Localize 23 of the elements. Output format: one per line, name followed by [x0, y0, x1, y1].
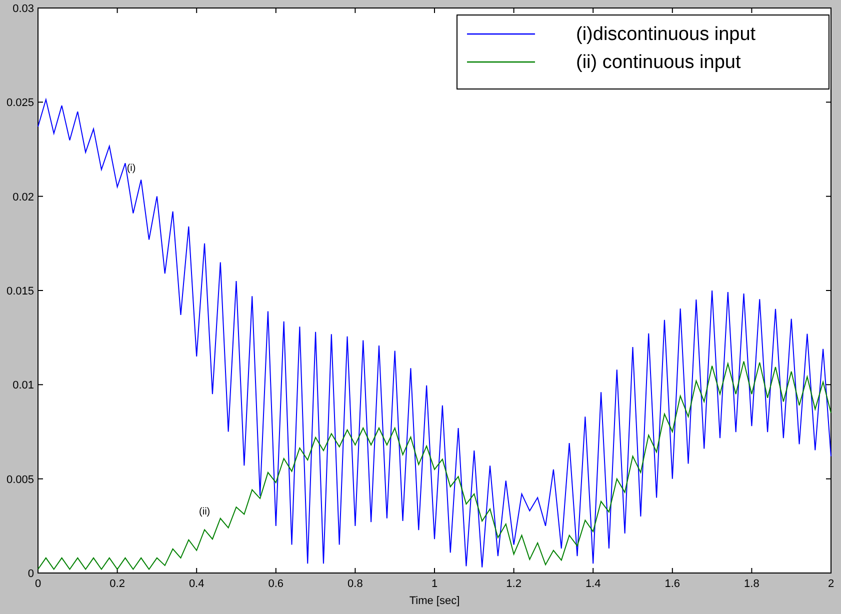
y-tick-label: 0.01 — [12, 380, 34, 392]
y-tick-label: 0.02 — [12, 191, 34, 204]
legend-label: (ii) continuous input — [576, 52, 741, 73]
x-tick-label: 0.2 — [110, 578, 125, 590]
x-tick-label: 0.6 — [268, 578, 284, 590]
x-tick-label: 2 — [828, 578, 834, 590]
y-tick-label: 0.03 — [12, 3, 34, 15]
x-tick-label: 0.4 — [188, 578, 204, 590]
x-tick-label: 0 — [34, 578, 42, 590]
x-tick-label: 1.6 — [664, 578, 680, 590]
curve-annotation: (i) — [126, 162, 136, 174]
x-axis-label: Time [sec] — [409, 595, 460, 607]
y-tick-label: 0.025 — [6, 97, 34, 110]
x-tick-label: 1.2 — [506, 578, 522, 590]
y-tick-label: 0.015 — [6, 286, 34, 298]
x-tick-label: 1.8 — [744, 578, 760, 590]
legend-label: (i)discontinuous input — [576, 24, 756, 45]
y-tick-label: 0 — [28, 568, 34, 580]
curve-annotation: (ii) — [199, 506, 210, 518]
y-tick-label: 0.005 — [6, 474, 34, 486]
x-tick-label: 1 — [431, 578, 438, 590]
x-tick-label: 0.8 — [348, 578, 363, 590]
x-tick-label: 1.4 — [585, 578, 601, 590]
